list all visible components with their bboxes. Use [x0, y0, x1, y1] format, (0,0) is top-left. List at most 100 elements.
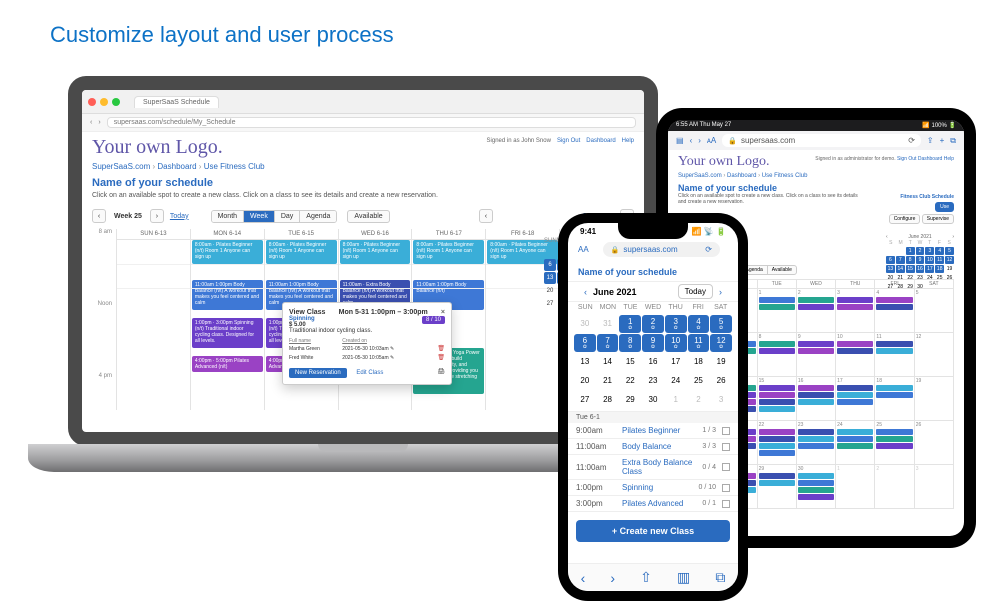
- class-list-row[interactable]: 1:00pmSpinning0 / 10: [568, 480, 738, 496]
- available-button[interactable]: Available: [347, 210, 389, 223]
- month-cell[interactable]: 10: [836, 333, 875, 377]
- month-cell[interactable]: 18: [875, 377, 914, 421]
- next-week-button[interactable]: ›: [150, 209, 164, 223]
- calendar-event[interactable]: [798, 348, 834, 354]
- calendar-event[interactable]: [837, 399, 873, 405]
- phone-month-grid[interactable]: 30311✿2✿3✿4✿5✿6✿7✿8✿9✿10✿11✿12✿131415161…: [568, 313, 738, 411]
- phone-month-day[interactable]: 19: [710, 353, 732, 371]
- crumb-1[interactable]: Dashboard: [727, 173, 756, 179]
- day-column[interactable]: 8:00am · Pilates Beginner (n/t) Room 1 A…: [191, 240, 265, 410]
- signout-link[interactable]: Sign Out: [557, 138, 580, 144]
- calendar-event[interactable]: [759, 297, 795, 303]
- delete-attendee-icon[interactable]: 🗑: [437, 353, 445, 362]
- calendar-event[interactable]: [759, 429, 795, 435]
- dashboard-link[interactable]: Dashboard: [586, 138, 615, 144]
- calendar-event[interactable]: [876, 429, 912, 435]
- phone-month-day[interactable]: 16: [642, 353, 664, 371]
- today-link[interactable]: Today: [170, 213, 189, 220]
- phone-month-day[interactable]: 10✿: [665, 334, 687, 352]
- configure-button[interactable]: Configure: [889, 214, 921, 224]
- month-cell[interactable]: 19: [915, 377, 954, 421]
- phone-month-day[interactable]: 2: [688, 391, 710, 409]
- phone-month-day[interactable]: 30: [642, 391, 664, 409]
- prev-month-button[interactable]: ‹: [578, 285, 593, 299]
- month-cell[interactable]: 15: [758, 377, 797, 421]
- supervise-button[interactable]: Supervise: [922, 214, 954, 224]
- back-icon[interactable]: ‹: [581, 570, 586, 586]
- month-cell[interactable]: 2: [797, 289, 836, 333]
- text-size-icon[interactable]: AA: [578, 245, 589, 254]
- phone-month-day[interactable]: 13: [574, 353, 596, 371]
- phone-month-day[interactable]: 8✿: [619, 334, 641, 352]
- back-icon[interactable]: ‹: [90, 119, 92, 126]
- calendar-event[interactable]: [876, 385, 912, 391]
- phone-month-day[interactable]: 29: [619, 391, 641, 409]
- phone-month-day[interactable]: 17: [665, 353, 687, 371]
- tabs-icon[interactable]: ⧉: [950, 136, 956, 146]
- phone-month-day[interactable]: 15: [619, 353, 641, 371]
- calendar-event[interactable]: [798, 443, 834, 449]
- calendar-event[interactable]: [759, 399, 795, 405]
- popup-close-icon[interactable]: ×: [441, 309, 445, 316]
- dashboard-link[interactable]: Dashboard: [918, 156, 942, 162]
- calendar-event[interactable]: 8:00am · Pilates Beginner (n/t) Room 1 A…: [266, 240, 337, 264]
- phone-url-field[interactable]: 🔒 supersaas.com ⟳: [603, 242, 720, 257]
- calendar-event[interactable]: 8:00am · Pilates Beginner (n/t) Room 1 A…: [340, 240, 411, 264]
- month-cell[interactable]: 26: [915, 421, 954, 465]
- calendar-event[interactable]: [798, 385, 834, 391]
- bookmarks-icon[interactable]: ▥: [677, 569, 690, 586]
- calendar-event[interactable]: [798, 297, 834, 303]
- new-tab-icon[interactable]: +: [940, 136, 945, 145]
- calendar-event[interactable]: [759, 443, 795, 449]
- month-cell[interactable]: 8: [758, 333, 797, 377]
- phone-month-day[interactable]: 23: [642, 372, 664, 390]
- view-day[interactable]: Day: [275, 211, 300, 222]
- calendar-event[interactable]: [759, 406, 795, 412]
- create-class-button[interactable]: + Create new Class: [576, 520, 730, 542]
- prev-week-button[interactable]: ‹: [92, 209, 106, 223]
- phone-month-day[interactable]: 1: [665, 391, 687, 409]
- month-cell[interactable]: 4: [875, 289, 914, 333]
- calendar-event[interactable]: [798, 341, 834, 347]
- calendar-event[interactable]: [759, 304, 795, 310]
- mini-day[interactable]: 20: [544, 285, 556, 297]
- mini-day[interactable]: 6: [544, 259, 556, 271]
- edit-class-link[interactable]: Edit Class: [356, 370, 383, 376]
- month-cell[interactable]: 5: [915, 289, 954, 333]
- calendar-event[interactable]: [837, 348, 873, 354]
- forward-icon[interactable]: ›: [98, 119, 100, 126]
- crumb-2[interactable]: Use Fitness Club: [762, 173, 808, 179]
- phone-month-day[interactable]: 20: [574, 372, 596, 390]
- calendar-event[interactable]: [876, 443, 912, 449]
- phone-month-day[interactable]: 7✿: [597, 334, 619, 352]
- mini-day[interactable]: 13: [544, 272, 556, 284]
- view-week[interactable]: Week: [244, 211, 275, 222]
- url-field[interactable]: supersaas.com/schedule/My_Schedule: [107, 117, 636, 128]
- calendar-event[interactable]: [837, 304, 873, 310]
- calendar-event[interactable]: [837, 429, 873, 435]
- calendar-event[interactable]: 1:00pm · 3:00pm Spinning (n/t) Tradition…: [192, 318, 263, 348]
- mini-day[interactable]: [544, 246, 556, 258]
- phone-month-day[interactable]: 9✿: [642, 334, 664, 352]
- class-list-row[interactable]: 9:00amPilates Beginner1 / 3: [568, 423, 738, 439]
- view-agenda[interactable]: Agenda: [300, 211, 336, 222]
- month-cell[interactable]: 3: [915, 465, 954, 509]
- phone-month-day[interactable]: 25: [688, 372, 710, 390]
- calendar-event[interactable]: [798, 429, 834, 435]
- delete-attendee-icon[interactable]: 🗑: [437, 344, 445, 353]
- calendar-event[interactable]: [876, 348, 912, 354]
- help-link[interactable]: Help: [622, 138, 634, 144]
- month-cell[interactable]: 9: [797, 333, 836, 377]
- phone-month-day[interactable]: 12✿: [710, 334, 732, 352]
- phone-month-day[interactable]: 2✿: [642, 315, 664, 333]
- calendar-event[interactable]: 8:00am · Pilates Beginner (n/t) Room 1 A…: [192, 240, 263, 264]
- phone-month-day[interactable]: 24: [665, 372, 687, 390]
- phone-month-day[interactable]: 26: [710, 372, 732, 390]
- signout-link[interactable]: Sign Out: [897, 156, 916, 162]
- calendar-event[interactable]: [759, 348, 795, 354]
- view-month[interactable]: Month: [212, 211, 244, 222]
- mini-day[interactable]: 27: [544, 298, 556, 310]
- month-cell[interactable]: 17: [836, 377, 875, 421]
- sidebar-icon[interactable]: ▤: [676, 136, 684, 145]
- month-cell[interactable]: 24: [836, 421, 875, 465]
